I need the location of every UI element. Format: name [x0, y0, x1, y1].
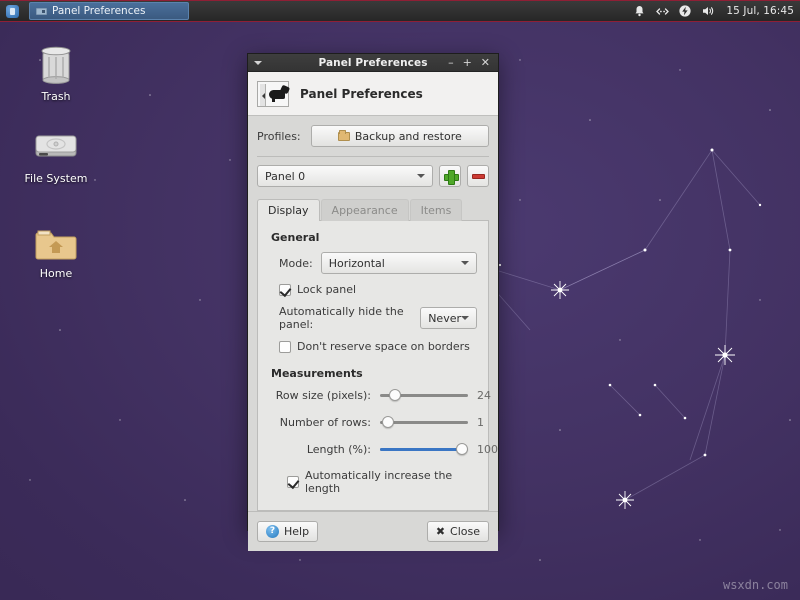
number-of-rows-slider[interactable]: [380, 415, 468, 429]
tab-items[interactable]: Items: [410, 199, 463, 221]
autohide-select[interactable]: Never: [420, 307, 477, 329]
taskbar[interactable]: Panel Preferences 15 Jul, 16:45: [0, 0, 800, 22]
notification-bell-icon[interactable]: [632, 4, 646, 18]
maximize-button[interactable]: +: [463, 57, 472, 68]
auto-increase-length-row[interactable]: Automatically increase the length: [287, 469, 477, 495]
number-of-rows-row: Number of rows: 1: [269, 415, 477, 429]
clock[interactable]: 15 Jul, 16:45: [726, 5, 794, 17]
dialog-header-title: Panel Preferences: [300, 87, 423, 101]
watermark: wsxdn.com: [723, 578, 788, 592]
slider-handle[interactable]: [389, 389, 401, 401]
display-tab-panel: General Mode: Horizontal Lock panel Auto…: [257, 221, 489, 511]
reserve-space-row[interactable]: Don't reserve space on borders: [279, 340, 477, 353]
dialog-body: Profiles: Backup and restore Panel 0 Dis…: [248, 116, 498, 511]
panel-preferences-dialog[interactable]: Panel Preferences – + ✕ Panel Preference…: [247, 53, 499, 531]
tab-appearance[interactable]: Appearance: [321, 199, 409, 221]
home-folder-icon: [10, 215, 102, 263]
network-icon[interactable]: [655, 4, 669, 18]
panel-select[interactable]: Panel 0: [257, 165, 433, 187]
tab-display[interactable]: Display: [257, 199, 320, 221]
profiles-label: Profiles:: [257, 130, 301, 143]
lock-panel-row[interactable]: Lock panel: [279, 283, 477, 296]
chevron-down-icon: [461, 261, 469, 265]
dialog-titlebar[interactable]: Panel Preferences – + ✕: [248, 54, 498, 72]
remove-panel-button[interactable]: [467, 165, 489, 187]
backup-and-restore-label: Backup and restore: [355, 130, 462, 143]
chevron-down-icon: [417, 174, 425, 178]
divider: [257, 156, 489, 157]
desktop-icon-trash[interactable]: Trash: [10, 38, 102, 103]
length-slider[interactable]: [380, 442, 468, 456]
profiles-row: Profiles: Backup and restore: [257, 125, 489, 147]
general-section-title: General: [271, 231, 477, 244]
folder-icon: [338, 132, 350, 141]
length-value: 100: [477, 443, 498, 456]
panel-select-value: Panel 0: [265, 170, 305, 183]
dialog-header: Panel Preferences: [248, 72, 498, 116]
panel-preferences-icon: [257, 81, 289, 107]
panel-window-icon: [36, 8, 47, 15]
desktop-icon-label: Home: [10, 267, 102, 280]
minus-icon: [472, 174, 485, 179]
help-button-label: Help: [284, 525, 309, 538]
close-window-button[interactable]: ✕: [481, 57, 490, 68]
mode-select-value: Horizontal: [329, 257, 385, 270]
system-tray[interactable]: 15 Jul, 16:45: [632, 4, 800, 18]
mode-select[interactable]: Horizontal: [321, 252, 477, 274]
row-size-slider[interactable]: [380, 388, 468, 402]
auto-increase-length-label: Automatically increase the length: [305, 469, 477, 495]
backup-and-restore-button[interactable]: Backup and restore: [311, 125, 489, 147]
lock-panel-label: Lock panel: [297, 283, 356, 296]
chevron-down-icon: [461, 316, 469, 320]
close-icon: ✖: [436, 525, 445, 538]
desktop-icon-file-system[interactable]: File System: [10, 120, 102, 185]
taskbar-window-button-label: Panel Preferences: [52, 5, 145, 17]
minimize-button[interactable]: –: [448, 57, 454, 68]
desktop-icon-label: File System: [10, 172, 102, 185]
add-panel-button[interactable]: [439, 165, 461, 187]
slider-handle[interactable]: [382, 416, 394, 428]
row-size-value: 24: [477, 389, 491, 402]
mode-row: Mode: Horizontal: [279, 252, 477, 274]
dialog-footer: ? Help ✖ Close: [248, 511, 498, 551]
panel-selector-row: Panel 0: [257, 165, 489, 187]
taskbar-separator: [22, 3, 25, 19]
harddisk-icon: [10, 120, 102, 168]
trash-icon: [10, 38, 102, 86]
help-button[interactable]: ? Help: [257, 521, 318, 542]
row-size-row: Row size (pixels): 24: [269, 388, 477, 402]
number-of-rows-value: 1: [477, 416, 484, 429]
application-launcher-icon[interactable]: [2, 2, 22, 20]
taskbar-window-button-panel-preferences[interactable]: Panel Preferences: [29, 2, 189, 20]
reserve-space-checkbox[interactable]: [279, 341, 291, 353]
help-icon: ?: [266, 525, 279, 538]
reserve-space-label: Don't reserve space on borders: [297, 340, 470, 353]
length-row: Length (%): 100: [269, 442, 477, 456]
desktop-icon-label: Trash: [10, 90, 102, 103]
close-button[interactable]: ✖ Close: [427, 521, 489, 542]
autohide-select-value: Never: [428, 312, 461, 325]
desktop-icon-home[interactable]: Home: [10, 215, 102, 280]
number-of-rows-label: Number of rows:: [269, 416, 371, 429]
close-button-label: Close: [450, 525, 480, 538]
autohide-row: Automatically hide the panel: Never: [279, 305, 477, 331]
tab-bar[interactable]: Display Appearance Items: [257, 198, 489, 221]
slider-handle[interactable]: [456, 443, 468, 455]
mode-label: Mode:: [279, 257, 313, 270]
lock-panel-checkbox[interactable]: [279, 284, 291, 296]
length-label: Length (%):: [269, 443, 371, 456]
measurements-section-title: Measurements: [271, 367, 477, 380]
auto-increase-length-checkbox[interactable]: [287, 476, 299, 488]
row-size-label: Row size (pixels):: [269, 389, 371, 402]
autohide-label: Automatically hide the panel:: [279, 305, 412, 331]
slider-fill: [380, 448, 462, 451]
power-icon[interactable]: [678, 4, 692, 18]
plus-icon: [444, 170, 457, 183]
volume-icon[interactable]: [701, 4, 715, 18]
